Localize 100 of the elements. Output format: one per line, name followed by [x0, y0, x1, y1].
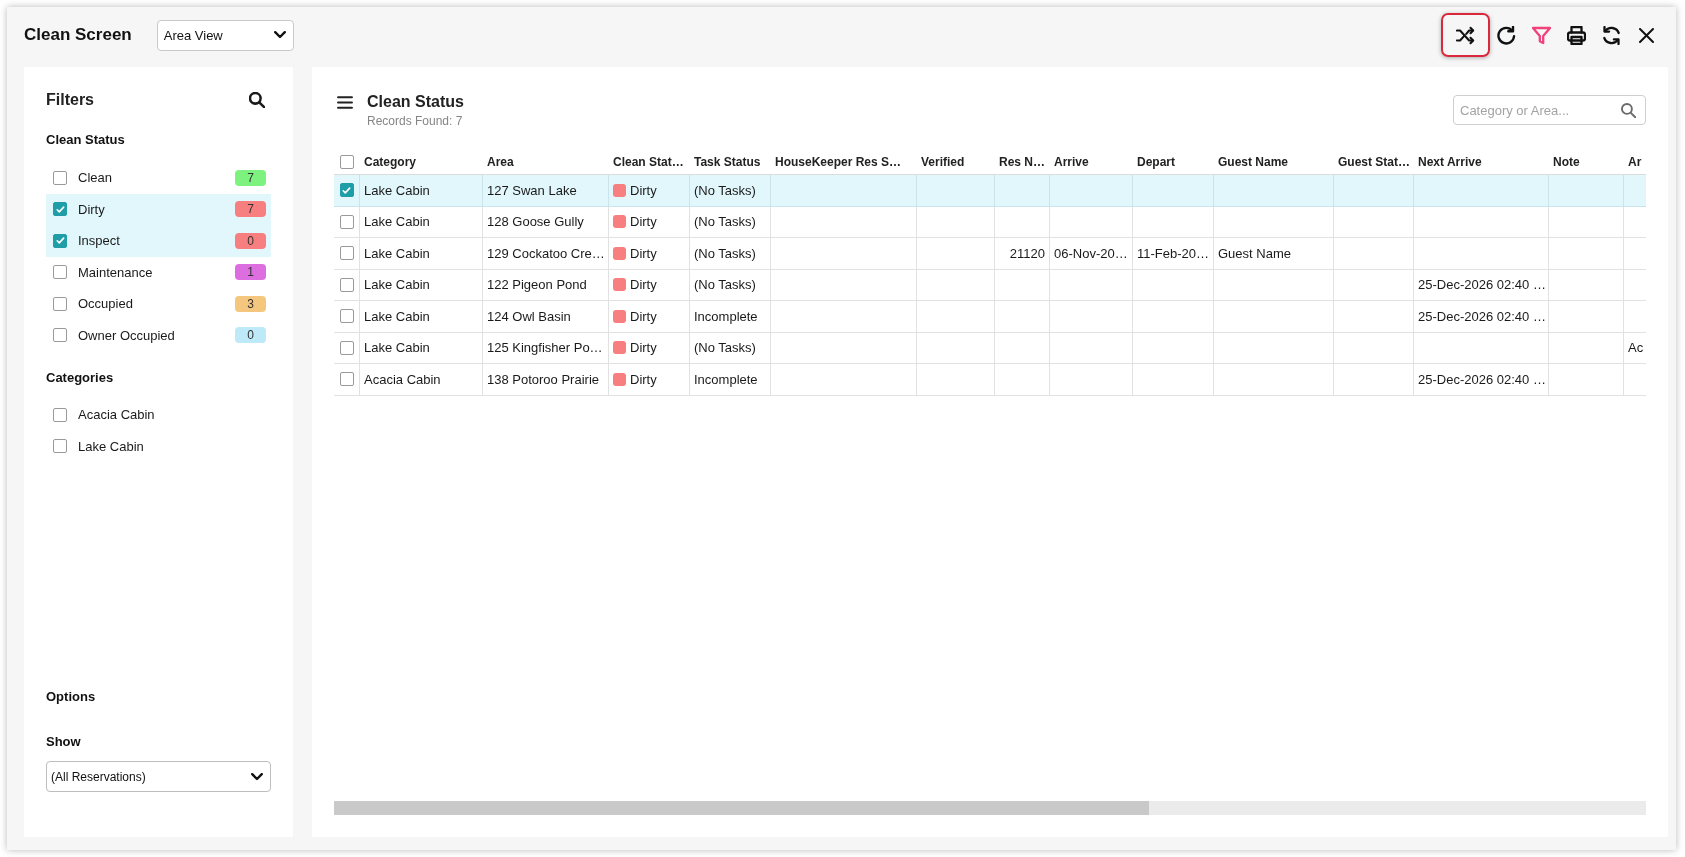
table-cell: Dirty — [630, 245, 657, 261]
view-select[interactable]: Area View — [156, 19, 294, 51]
count-badge: 7 — [235, 169, 266, 186]
checkbox[interactable] — [53, 202, 67, 217]
table-cell: Dirty — [630, 371, 657, 387]
table-cell: (No Tasks) — [690, 175, 771, 206]
column-header[interactable]: Task Status — [690, 150, 771, 174]
filter-option[interactable]: Maintenance 1 — [46, 256, 271, 288]
row-checkbox[interactable] — [339, 309, 354, 324]
window-title: Clean Screen — [24, 25, 132, 45]
table-cell: (No Tasks) — [690, 269, 771, 300]
row-checkbox[interactable] — [339, 340, 354, 355]
search-icon[interactable] — [249, 92, 265, 108]
count-badge: 1 — [235, 264, 266, 281]
row-checkbox[interactable] — [339, 372, 354, 387]
checkbox[interactable] — [53, 296, 67, 311]
column-header[interactable]: Area — [483, 150, 609, 174]
count-badge: 0 — [235, 327, 266, 344]
table-row[interactable]: Lake Cabin 127 Swan Lake Dirty (No Tasks) — [334, 175, 1646, 207]
filter-option[interactable]: Acacia Cabin — [46, 399, 271, 431]
printer-icon — [1566, 25, 1586, 45]
show-select[interactable]: (All Reservations) — [46, 761, 271, 792]
close-icon — [1638, 27, 1654, 43]
table-cell: Lake Cabin — [360, 332, 483, 363]
table-cell: 125 Kingfisher Po… — [483, 332, 609, 363]
row-checkbox[interactable] — [339, 214, 354, 229]
section-heading: Categories — [46, 369, 115, 387]
row-checkbox[interactable] — [339, 277, 354, 292]
shuffle-button[interactable] — [1441, 13, 1490, 57]
column-header[interactable]: Category — [360, 150, 483, 174]
column-header[interactable]: Guest Name — [1214, 150, 1334, 174]
chevron-down-icon — [251, 772, 263, 781]
section-heading: Options — [46, 688, 97, 706]
table-row[interactable]: Acacia Cabin 138 Potoroo Prairie Dirty Incomplete 25-Dec-2026 02:40 … — [334, 364, 1646, 396]
select-all-checkbox[interactable] — [340, 155, 354, 169]
refresh-icon — [1601, 25, 1621, 45]
table-cell: Lake Cabin — [360, 206, 483, 237]
column-header[interactable]: Clean Stat… — [609, 150, 690, 174]
filter-option[interactable]: Owner Occupied 0 — [46, 319, 271, 351]
table-cell: Lake Cabin — [360, 238, 483, 269]
table-row[interactable]: Lake Cabin 128 Goose Gully Dirty (No Tasks) — [334, 206, 1646, 238]
column-header[interactable]: Verified — [917, 150, 995, 174]
table-cell: (No Tasks) — [690, 238, 771, 269]
table-cell: Dirty — [630, 182, 657, 198]
table-cell-text: Ac — [1627, 339, 1645, 358]
table-cell: Guest Name — [1214, 238, 1334, 269]
table-cell: Incomplete — [690, 301, 771, 332]
column-header[interactable]: Arrive — [1050, 150, 1133, 174]
table-cell: 127 Swan Lake — [483, 175, 609, 206]
checkbox[interactable] — [53, 439, 67, 454]
scrollbar-thumb[interactable] — [334, 801, 1149, 815]
filter-option[interactable]: Occupied 3 — [46, 288, 271, 320]
table-cell: 25-Dec-2026 02:40 … — [1414, 301, 1549, 332]
filter-option[interactable]: Clean 7 — [46, 162, 271, 194]
table-cell: Dirty — [630, 340, 657, 356]
table-cell: Lake Cabin — [360, 175, 483, 206]
column-header[interactable]: Note — [1549, 150, 1624, 174]
checkbox[interactable] — [53, 233, 67, 248]
table-cell: 128 Goose Gully — [483, 206, 609, 237]
checkbox[interactable] — [53, 328, 67, 343]
menu-icon[interactable] — [337, 96, 353, 109]
table-cell: 06-Nov-20… — [1050, 238, 1133, 269]
table-row[interactable]: Lake Cabin 125 Kingfisher Po… Dirty (No Tasks) Ac — [334, 332, 1646, 364]
section-heading: Clean Status — [46, 131, 126, 149]
panel-title: Filters — [46, 91, 94, 109]
table-cell: 129 Cockatoo Cre… — [483, 238, 609, 269]
table-row[interactable]: Lake Cabin 124 Owl Basin Dirty Incomplete 25-Dec-2026 02:40 … — [334, 301, 1646, 333]
row-checkbox[interactable] — [339, 183, 354, 198]
column-header[interactable]: Depart — [1133, 150, 1214, 174]
table-cell: (No Tasks) — [690, 206, 771, 237]
table-cell: Incomplete — [690, 364, 771, 395]
checkbox[interactable] — [53, 170, 67, 185]
horizontal-scrollbar[interactable] — [334, 801, 1646, 815]
filter-option[interactable]: Lake Cabin — [46, 430, 271, 462]
filter-option[interactable]: Inspect 0 — [46, 225, 271, 257]
table-cell: Lake Cabin — [360, 301, 483, 332]
column-header[interactable]: HouseKeeper Res S… — [771, 150, 917, 174]
field-label: Show — [46, 733, 82, 751]
redo-icon — [1496, 25, 1516, 45]
column-header[interactable]: Guest Stat… — [1334, 150, 1414, 174]
count-badge: 7 — [235, 201, 266, 218]
table-row[interactable]: Lake Cabin 122 Pigeon Pond Dirty (No Tasks) 25-Dec-2026 02:40 … — [334, 269, 1646, 301]
filter-icon — [1531, 25, 1551, 45]
checkbox[interactable] — [53, 265, 67, 280]
table-row[interactable]: Lake Cabin 129 Cockatoo Cre… Dirty (No Tasks) 21120 06-Nov-20… 11-Feb-20… Guest Name — [334, 238, 1646, 270]
table-cell: (No Tasks) — [690, 332, 771, 363]
row-checkbox[interactable] — [339, 246, 354, 261]
table-cell: Dirty — [630, 308, 657, 324]
table-cell: Dirty — [630, 277, 657, 293]
table-cell: Dirty — [630, 214, 657, 230]
count-badge: 3 — [235, 295, 266, 312]
records-count: Records Found: 7 — [367, 113, 464, 130]
checkbox[interactable] — [53, 407, 67, 422]
panel-title: Clean Status — [367, 92, 464, 112]
column-header[interactable]: Res N… — [995, 150, 1050, 174]
filter-option[interactable]: Dirty 7 — [46, 193, 271, 225]
column-header[interactable]: Ar — [1624, 150, 1646, 174]
chevron-down-icon — [273, 31, 286, 39]
column-header[interactable]: Next Arrive — [1414, 150, 1549, 174]
search-field[interactable]: Category or Area... — [1453, 95, 1646, 125]
